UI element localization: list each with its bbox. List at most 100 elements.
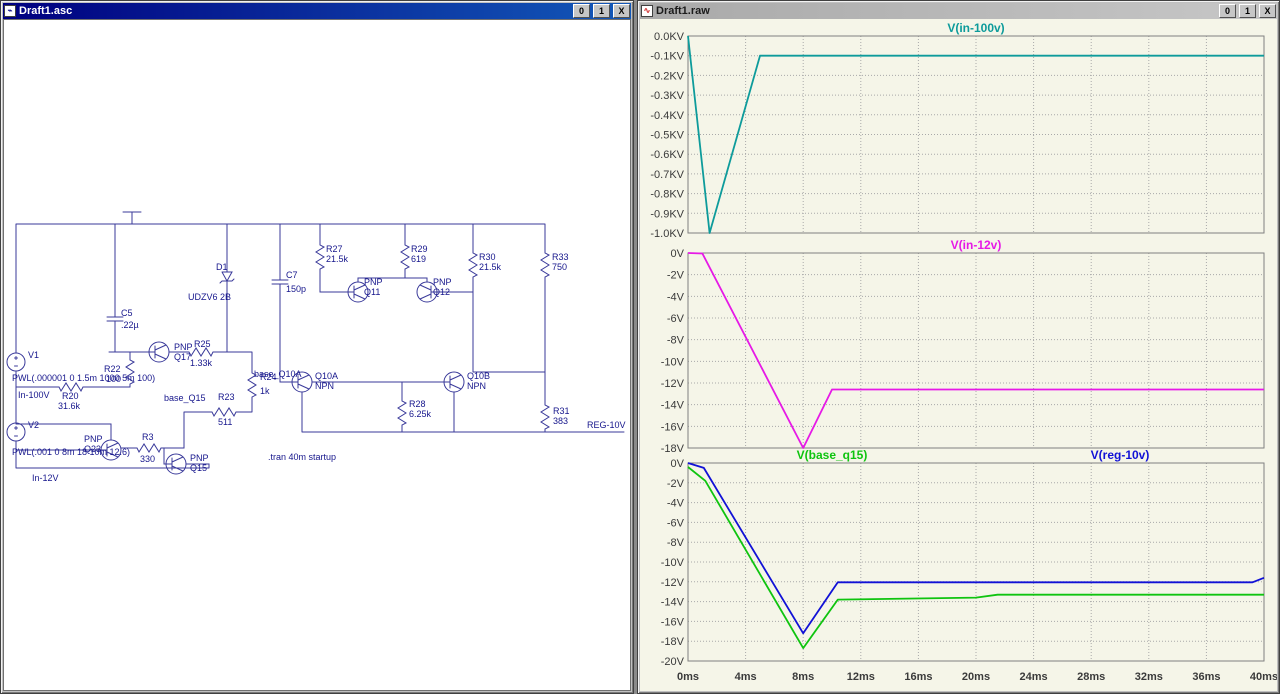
- waveform-canvas[interactable]: 0.0KV -0.1KV -0.2KV -0.3KV -0.4KV -0.5KV -0.6K…: [640, 19, 1277, 691]
- waveform-window-title: Draft1.raw: [656, 5, 710, 17]
- close-button[interactable]: X: [613, 4, 630, 18]
- schematic-label: In-12V: [32, 473, 59, 483]
- transistor-Q17[interactable]: [148, 341, 170, 363]
- y-axis-tick-label: -1.0KV: [650, 228, 684, 240]
- schematic-label: 619: [411, 254, 426, 264]
- schematic-label: 750: [552, 262, 567, 272]
- schematic-label: UDZV6 2B: [188, 292, 231, 302]
- schematic-label: Q12: [433, 287, 450, 297]
- y-axis-tick-label: -4V: [667, 291, 685, 303]
- schematic-label: PWL(.001 0 8m 18 10m 12.6): [12, 447, 130, 457]
- schematic-label: V1: [28, 350, 39, 360]
- schematic-label: base_Q10A: [254, 369, 302, 379]
- voltage-source-V2[interactable]: [6, 422, 26, 442]
- y-axis-tick-label: -20V: [661, 656, 685, 668]
- y-axis-tick-label: -0.5KV: [650, 130, 684, 142]
- y-axis-tick-label: -16V: [661, 421, 685, 433]
- schematic-label: R29: [411, 244, 428, 254]
- schematic-label: R20: [62, 391, 79, 401]
- trace-name-label[interactable]: V(in-100v): [947, 21, 1004, 35]
- resistor-R20[interactable]: [55, 382, 87, 392]
- schematic-label: D1: [216, 262, 228, 272]
- schematic-labels: R2721.5kR29619 R3021.5kR33750D1UDZV6 2BC7…: [12, 244, 626, 483]
- x-axis-tick-label: 12ms: [847, 671, 875, 683]
- trace-name-label[interactable]: V(reg-10v): [1091, 448, 1150, 462]
- schematic-label: base_Q15: [164, 393, 206, 403]
- y-axis-tick-label: -12V: [661, 577, 685, 589]
- schematic-label: 383: [553, 416, 568, 426]
- y-axis-tick-label: -14V: [661, 400, 685, 412]
- trace-name-label[interactable]: V(in-12v): [951, 238, 1002, 252]
- y-axis-tick-label: -14V: [661, 597, 685, 609]
- close-button[interactable]: X: [1259, 4, 1276, 18]
- minimize-button[interactable]: 0: [1219, 4, 1236, 18]
- x-axis-tick-label: 40ms: [1250, 671, 1277, 683]
- schematic-label: 21.5k: [479, 262, 502, 272]
- y-axis-tick-label: -4V: [667, 498, 685, 510]
- y-axis-tick-label: 0V: [671, 458, 685, 470]
- x-axis-tick-label: 32ms: [1135, 671, 1163, 683]
- maximize-button[interactable]: 1: [1239, 4, 1256, 18]
- transistor-Q10B[interactable]: [443, 371, 465, 393]
- y-axis-tick-label: -0.2KV: [650, 70, 684, 82]
- trace-name-label[interactable]: V(base_q15): [797, 448, 868, 462]
- y-axis-tick-label: -6V: [667, 517, 685, 529]
- schematic-label: 511: [218, 417, 232, 427]
- schematic-label: Q15: [190, 463, 207, 473]
- y-axis-tick-label: -8V: [667, 537, 685, 549]
- schematic-label: 1k: [260, 386, 270, 396]
- y-axis-tick-label: -0.3KV: [650, 90, 684, 102]
- resistor-R29[interactable]: [400, 241, 410, 273]
- y-axis-tick-label: -2V: [667, 478, 685, 490]
- schematic-window[interactable]: ⌁ Draft1.asc 0 1 X R27 21.5k R29 619 R30…: [0, 0, 634, 694]
- y-axis-tick-label: -0.8KV: [650, 189, 684, 201]
- y-axis-tick-label: -2V: [667, 270, 685, 282]
- schematic-label: PNP: [190, 453, 209, 463]
- resistor-R30[interactable]: [468, 249, 478, 281]
- resistor-R23[interactable]: [208, 407, 240, 417]
- y-axis-tick-label: 0V: [671, 248, 685, 260]
- minimize-button[interactable]: 0: [573, 4, 590, 18]
- x-axis-tick-label: 0ms: [677, 671, 699, 683]
- schematic-label: Q10A: [315, 371, 338, 381]
- y-axis-tick-label: -10V: [661, 557, 685, 569]
- y-axis-tick-label: -16V: [661, 616, 685, 628]
- resistor-R3[interactable]: [133, 443, 165, 453]
- schematic-label: Q11: [364, 287, 380, 297]
- x-axis-tick-label: 4ms: [735, 671, 757, 683]
- y-axis-tick-label: -12V: [661, 378, 685, 390]
- schematic-label: R25: [194, 339, 211, 349]
- resistor-R28[interactable]: [397, 397, 407, 429]
- x-axis-tick-label: 16ms: [904, 671, 932, 683]
- schematic-label: .22µ: [121, 320, 139, 330]
- schematic-label: R30: [479, 252, 496, 262]
- transistor-Q15[interactable]: [165, 453, 187, 475]
- schematic-canvas[interactable]: R2721.5kR29619 R3021.5kR33750D1UDZV6 2BC7…: [4, 20, 631, 691]
- y-axis-tick-label: -18V: [661, 636, 685, 648]
- schematic-label: R28: [409, 399, 426, 409]
- resistor-R33[interactable]: [540, 249, 550, 281]
- schematic-label: 1.33k: [190, 358, 213, 368]
- schematic-label: NPN: [315, 381, 334, 391]
- voltage-source-V1[interactable]: [6, 352, 26, 372]
- schematic-wires: [15, 211, 625, 469]
- y-axis-tick-label: -0.1KV: [650, 51, 684, 63]
- schematic-window-titlebar[interactable]: ⌁ Draft1.asc 0 1 X: [3, 3, 631, 19]
- resistor-R31[interactable]: [540, 401, 550, 433]
- waveform-window[interactable]: ∿ Draft1.raw 0 1 X 0.0KV -0.1KV -0.2KV -0.3…: [637, 0, 1280, 694]
- schematic-label: Q17: [174, 352, 191, 362]
- x-axis-tick-label: 36ms: [1192, 671, 1220, 683]
- y-axis-tick-label: -6V: [667, 313, 685, 325]
- y-axis-tick-label: -18V: [661, 443, 685, 455]
- schematic-label: In-100V: [18, 390, 50, 400]
- schematic-label: R31: [553, 406, 570, 416]
- schematic-label: 21.5k: [326, 254, 349, 264]
- y-axis-tick-label: -0.7KV: [650, 169, 684, 181]
- resistor-R27[interactable]: [315, 241, 325, 273]
- waveform-window-titlebar[interactable]: ∿ Draft1.raw 0 1 X: [640, 3, 1277, 19]
- zener-diode-D1[interactable]: [219, 271, 235, 284]
- schematic-label: PNP: [364, 277, 383, 287]
- schematic-label: R33: [552, 252, 569, 262]
- maximize-button[interactable]: 1: [593, 4, 610, 18]
- schematic-label: 150p: [286, 284, 306, 294]
